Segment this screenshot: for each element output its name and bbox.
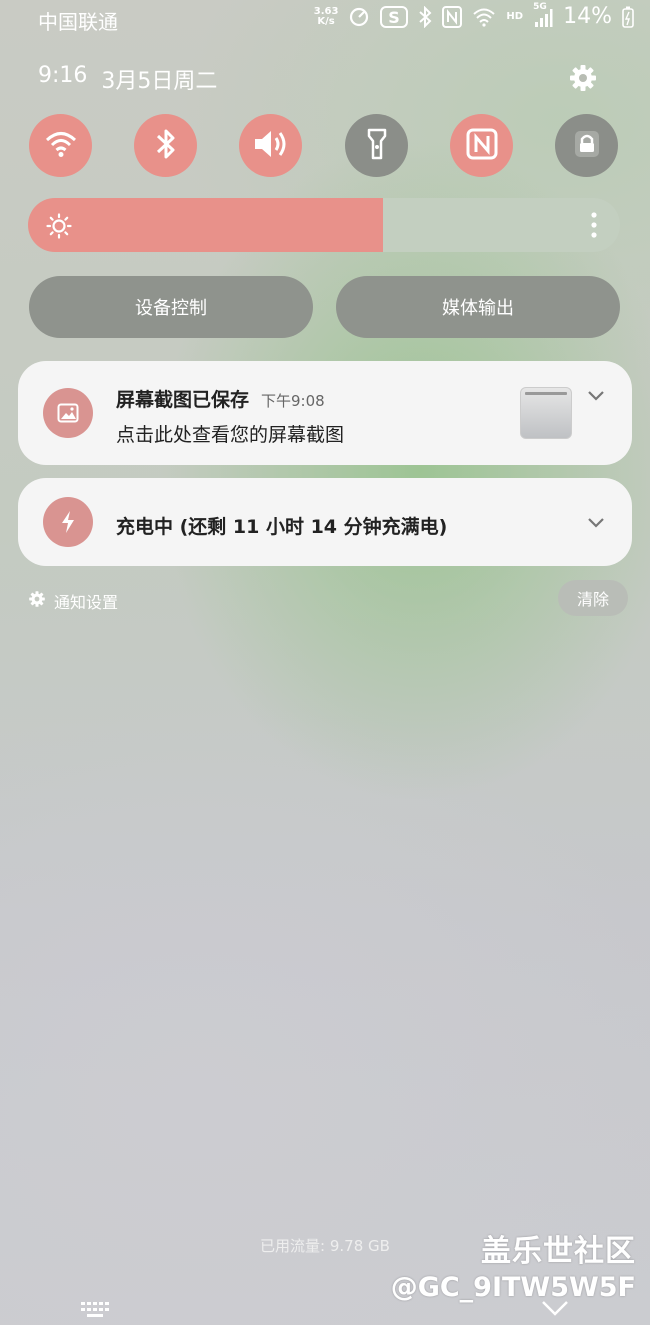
time-date-row: 9:16 3月5日周二 <box>38 63 217 95</box>
net-speed-unit: K/s <box>317 15 335 27</box>
bluetooth-icon <box>418 5 432 28</box>
net-speed: 3.63 K/s <box>313 5 339 27</box>
more-options-icon[interactable] <box>590 211 598 243</box>
flashlight-toggle[interactable] <box>345 114 408 177</box>
screen-lock-toggle[interactable] <box>555 114 618 177</box>
notification-body: 点击此处查看您的屏幕截图 <box>116 424 345 446</box>
brightness-slider[interactable] <box>28 198 620 252</box>
screenshot-thumbnail[interactable] <box>520 387 572 439</box>
notification-title: 充电中 (还剩 11 小时 14 分钟充满电) <box>116 516 448 538</box>
s-app-icon: S <box>380 5 409 28</box>
notification-title: 屏幕截图已保存 <box>116 389 250 411</box>
image-icon <box>43 388 93 438</box>
clear-button[interactable]: 清除 <box>558 580 628 616</box>
nfc-icon <box>442 5 463 28</box>
bluetooth-toggle[interactable] <box>134 114 197 177</box>
battery-percent: 14% <box>563 4 612 29</box>
sound-toggle[interactable] <box>239 114 302 177</box>
chevron-down-icon[interactable] <box>586 515 606 534</box>
wifi-toggle[interactable] <box>29 114 92 177</box>
watermark-title: 盖乐世社区 <box>481 1234 636 1269</box>
flashlight-icon <box>366 127 388 165</box>
nav-down-chevron-icon[interactable] <box>540 1298 570 1322</box>
notification-settings-link[interactable]: 通知设置 <box>28 589 118 613</box>
status-bar: 中国联通 3.63 K/s S HD 5G 14% <box>0 0 650 36</box>
net-speed-value: 3.63 <box>313 5 339 17</box>
wifi-icon <box>44 130 78 162</box>
brightness-fill <box>28 198 384 252</box>
carrier-name: 中国联通 <box>38 10 118 34</box>
device-control-button[interactable]: 设备控制 <box>29 276 313 338</box>
chevron-down-icon[interactable] <box>586 388 606 407</box>
hd-label: HD <box>506 11 524 22</box>
notification-header: 屏幕截图已保存 下午9:08 <box>116 385 325 412</box>
gear-icon <box>28 590 46 612</box>
lightning-icon <box>43 497 93 547</box>
lock-icon <box>572 128 602 164</box>
network-type: 5G <box>533 1 547 12</box>
nfc-toggle[interactable] <box>450 114 513 177</box>
screenshot-notification[interactable]: 屏幕截图已保存 下午9:08 点击此处查看您的屏幕截图 <box>18 361 632 465</box>
speed-gauge-icon <box>348 6 370 28</box>
charging-notification[interactable]: 充电中 (还剩 11 小时 14 分钟充满电) <box>18 478 632 566</box>
bluetooth-icon <box>155 127 177 165</box>
notification-settings-label: 通知设置 <box>54 593 119 612</box>
battery-icon <box>622 6 634 28</box>
settings-gear-icon[interactable] <box>568 63 598 97</box>
speaker-icon <box>252 128 290 164</box>
media-output-button[interactable]: 媒体输出 <box>336 276 620 338</box>
sun-icon <box>46 213 72 243</box>
date-label: 3月5日周二 <box>101 69 218 94</box>
nfc-icon <box>466 128 498 164</box>
keyboard-icon[interactable] <box>80 1300 110 1322</box>
notification-time: 下午9:08 <box>261 392 325 410</box>
wifi-icon <box>472 7 496 27</box>
watermark-user: @GC_9ITW5W5F <box>390 1272 636 1303</box>
signal-icon: 5G <box>533 2 553 28</box>
svg-text:S: S <box>389 8 401 27</box>
status-icons: 3.63 K/s S HD 5G 14% <box>313 2 634 29</box>
clock-time: 9:16 <box>38 63 88 88</box>
